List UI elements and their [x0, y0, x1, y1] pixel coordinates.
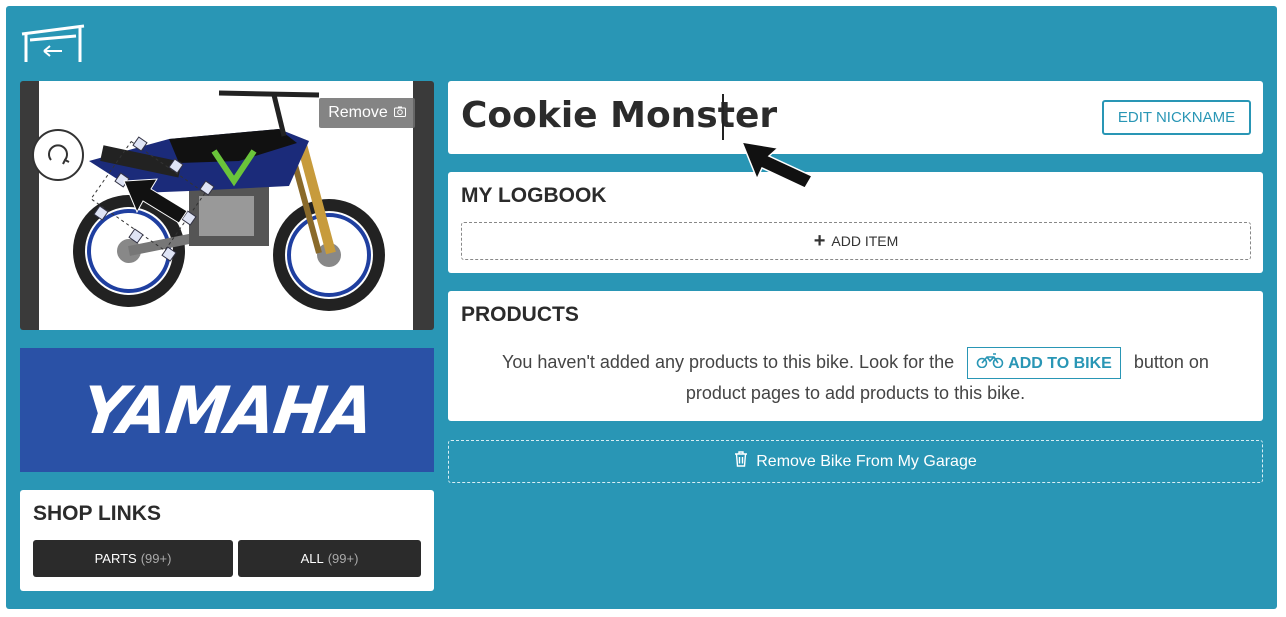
shop-links-title: SHOP LINKS — [33, 502, 161, 525]
brand-logo: YAMAHA — [20, 348, 434, 472]
remove-image-label: Remove — [328, 104, 388, 121]
plus-icon: + — [813, 230, 826, 252]
garage-back-icon[interactable] — [20, 24, 86, 64]
nickname-panel: Cookie Monster EDIT NICKNAME — [448, 81, 1263, 154]
parts-button[interactable]: PARTS (99+) — [33, 540, 233, 577]
products-panel: PRODUCTS You haven't added any products … — [448, 291, 1263, 421]
logbook-panel: MY LOGBOOK + ADD ITEM — [448, 172, 1263, 273]
parts-label: PARTS — [94, 551, 137, 566]
add-item-button[interactable]: + ADD ITEM — [461, 222, 1251, 260]
remove-bike-button[interactable]: Remove Bike From My Garage — [448, 440, 1263, 483]
products-empty-message: You haven't added any products to this b… — [478, 347, 1233, 408]
add-to-bike-badge: ADD TO BIKE — [967, 347, 1121, 379]
nickname-input[interactable]: Cookie Monster — [461, 95, 777, 136]
trash-icon — [734, 451, 748, 472]
text-caret — [722, 94, 724, 140]
products-title: PRODUCTS — [461, 303, 579, 326]
edit-nickname-button[interactable]: EDIT NICKNAME — [1102, 100, 1251, 135]
add-to-bike-label: ADD TO BIKE — [1008, 354, 1112, 372]
rotate-icon[interactable] — [32, 129, 84, 181]
all-button[interactable]: ALL (99+) — [238, 540, 421, 577]
motorbike-icon — [976, 349, 1004, 378]
remove-bike-label: Remove Bike From My Garage — [756, 452, 977, 470]
camera-icon — [393, 104, 406, 122]
shop-links-panel: SHOP LINKS PARTS (99+) ALL (99+) — [20, 490, 434, 591]
all-count: (99+) — [327, 551, 359, 566]
mouse-cursor-icon — [738, 138, 814, 190]
add-item-label: ADD ITEM — [831, 233, 899, 249]
products-msg-before: You haven't added any products to this b… — [502, 351, 955, 372]
brand-name: YAMAHA — [76, 371, 378, 449]
parts-count: (99+) — [140, 551, 172, 566]
remove-image-button[interactable]: Remove — [319, 98, 415, 128]
all-label: ALL — [300, 551, 324, 566]
logbook-title: MY LOGBOOK — [461, 184, 607, 207]
bike-image-panel: Remove — [20, 81, 434, 330]
